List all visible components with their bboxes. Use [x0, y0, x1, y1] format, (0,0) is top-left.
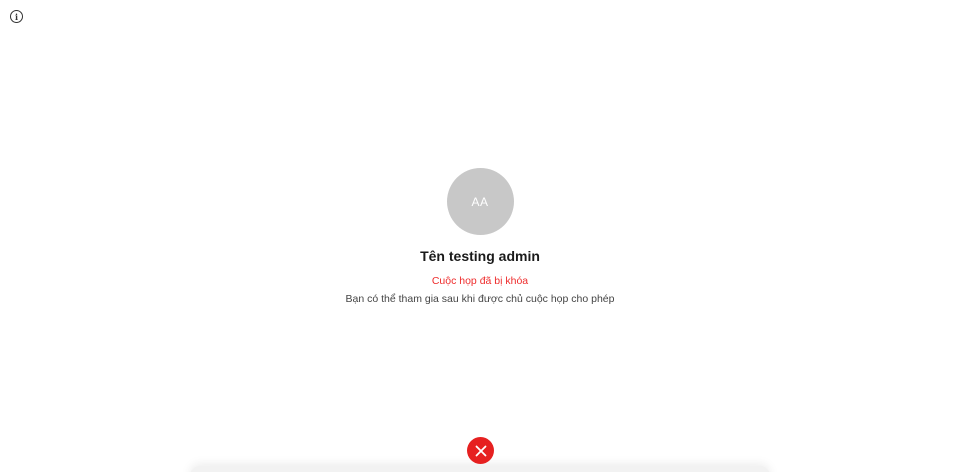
info-icon: i: [14, 11, 19, 22]
meeting-locked-status: Cuộc họp đã bị khóa: [431, 275, 529, 287]
leave-button[interactable]: [467, 437, 494, 464]
info-button[interactable]: i: [10, 10, 23, 23]
avatar: AA: [446, 168, 514, 235]
waiting-room-page: i AA Tên testing admin Cuộc họp đã bị kh…: [0, 0, 960, 472]
lobby-card: AA Tên testing admin Cuộc họp đã bị khóa…: [0, 168, 960, 305]
avatar-initials: AA: [471, 194, 489, 209]
wait-for-host-hint: Bạn có thể tham gia sau khi được chủ cuộ…: [345, 293, 615, 305]
bottom-control-bar: [190, 466, 770, 472]
close-icon: [475, 445, 486, 456]
participant-name: Tên testing admin: [420, 248, 540, 264]
